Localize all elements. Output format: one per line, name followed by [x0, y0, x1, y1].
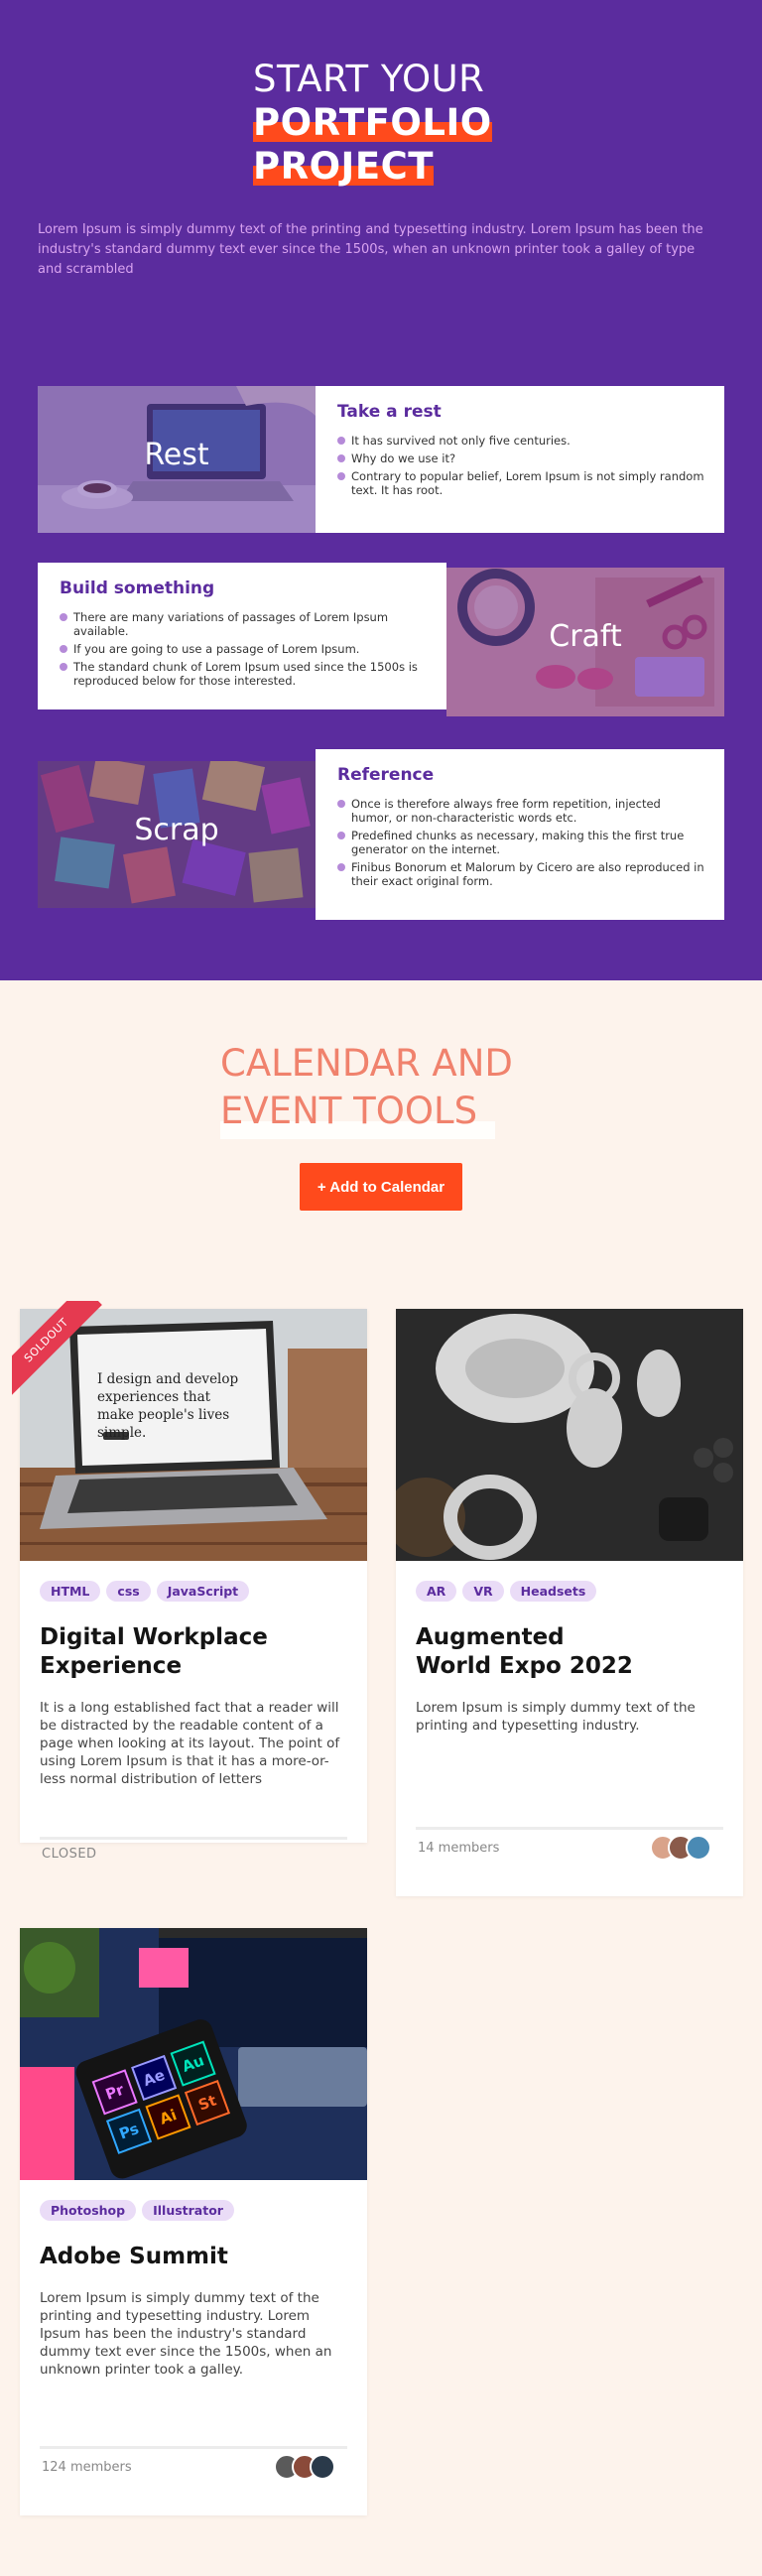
- event-description: Lorem Ipsum is simply dummy text of the …: [40, 2290, 332, 2378]
- card-list: It has survived not only five centuries.…: [337, 434, 704, 497]
- member-count: 124 members: [42, 2460, 132, 2475]
- list-item: Predefined chunks as necessary, making t…: [337, 829, 704, 856]
- event-card-augmented-world-expo[interactable]: AR VR Headsets Augmented World Expo 2022…: [396, 1309, 743, 1896]
- avatar: [310, 2454, 335, 2480]
- event-card-digital-workplace[interactable]: SOLDOUT I design and develop experiences…: [12, 1301, 367, 1862]
- card-body: Take a rest It has survived not only fiv…: [316, 386, 724, 533]
- event-content: AR VR Headsets Augmented World Expo 2022…: [396, 1561, 743, 1735]
- soldout-ribbon: SOLDOUT: [12, 1301, 107, 1396]
- event-content: Photoshop Illustrator Adobe Summit Lorem…: [20, 2180, 367, 2379]
- event-status: CLOSED: [42, 1847, 97, 1862]
- card-list: There are many variations of passages of…: [60, 610, 427, 688]
- ribbon-label: SOLDOUT: [12, 1301, 102, 1396]
- title-line-3: PROJECT: [253, 145, 434, 188]
- card-divider: [416, 1827, 723, 1830]
- list-item: Contrary to popular belief, Lorem Ipsum …: [337, 469, 704, 497]
- craft-image: Craft: [446, 568, 724, 716]
- tag[interactable]: AR: [416, 1581, 457, 1602]
- tag-list: AR VR Headsets: [416, 1581, 723, 1602]
- event-title[interactable]: Digital Workplace Experience: [40, 1623, 347, 1681]
- tag-list: Photoshop Illustrator: [40, 2200, 347, 2221]
- tag[interactable]: HTML: [40, 1581, 101, 1602]
- card-divider: [40, 2446, 347, 2449]
- tag-list: HTML css JavaScript: [40, 1581, 347, 1602]
- card-list: Once is therefore always free form repet…: [337, 797, 704, 888]
- vr-headset-illustration: [396, 1309, 743, 1561]
- title-line-1: START YOUR: [253, 58, 485, 100]
- title-line-2: PORTFOLIO: [253, 101, 492, 144]
- add-to-calendar-button[interactable]: + Add to Calendar: [300, 1163, 462, 1211]
- tag[interactable]: Headsets: [509, 1581, 597, 1602]
- card-divider: [40, 1837, 347, 1840]
- event-title[interactable]: Augmented World Expo 2022: [416, 1623, 644, 1681]
- list-item: The standard chunk of Lorem Ipsum used s…: [60, 660, 427, 688]
- member-count: 14 members: [418, 1841, 500, 1856]
- calendar-section: CALENDAR AND EVENT TOOLS + Add to Calend…: [0, 980, 762, 2576]
- avatar: [686, 1835, 711, 1861]
- tag[interactable]: Photoshop: [40, 2200, 137, 2221]
- list-item: Why do we use it?: [337, 451, 704, 465]
- list-item: Finibus Bonorum et Malorum by Cicero are…: [337, 860, 704, 888]
- member-avatars[interactable]: [274, 2454, 335, 2480]
- scrap-image: Scrap: [38, 761, 316, 908]
- event-description: Lorem Ipsum is simply dummy text of the …: [416, 1700, 696, 1734]
- image-label: Craft: [549, 619, 622, 654]
- laptop-screen-text: I design and develop experiences that ma…: [97, 1371, 239, 1441]
- event-photo: [396, 1309, 743, 1561]
- tag[interactable]: JavaScript: [156, 1581, 250, 1602]
- event-title[interactable]: Adobe Summit: [40, 2243, 347, 2271]
- portfolio-card-craft[interactable]: Build something There are many variation…: [38, 563, 724, 716]
- image-label: Rest: [144, 438, 209, 472]
- tag[interactable]: VR: [462, 1581, 504, 1602]
- portfolio-section: START YOUR PORTFOLIO PROJECT Lorem Ipsum…: [0, 0, 762, 980]
- member-avatars[interactable]: [650, 1835, 711, 1861]
- list-item: There are many variations of passages of…: [60, 610, 427, 638]
- portfolio-title: START YOUR PORTFOLIO PROJECT: [253, 58, 571, 189]
- title-line-2: EVENT TOOLS: [220, 1088, 496, 1139]
- rest-image: Rest: [38, 386, 316, 533]
- card-body: Reference Once is therefore always free …: [316, 749, 724, 920]
- calendar-title: CALENDAR AND EVENT TOOLS: [220, 1040, 513, 1139]
- event-photo: Pr Ae Au Ps Ai St: [20, 1928, 367, 2180]
- event-content: HTML css JavaScript Digital Workplace Ex…: [20, 1561, 367, 1788]
- title-line-1: CALENDAR AND: [220, 1042, 513, 1085]
- tag[interactable]: css: [106, 1581, 151, 1602]
- event-card-adobe-summit[interactable]: Pr Ae Au Ps Ai St Photoshop Illustrator …: [20, 1928, 367, 2515]
- image-label: Scrap: [134, 813, 219, 847]
- portfolio-card-rest[interactable]: Rest Take a rest It has survived not onl…: [38, 386, 724, 533]
- card-title: Take a rest: [337, 402, 442, 422]
- card-title: Build something: [60, 579, 215, 598]
- list-item: It has survived not only five centuries.: [337, 434, 704, 448]
- list-item: Once is therefore always free form repet…: [337, 797, 704, 825]
- portfolio-intro: Lorem Ipsum is simply dummy text of the …: [38, 222, 703, 277]
- card-title: Reference: [337, 765, 435, 785]
- card-body: Build something There are many variation…: [38, 563, 446, 709]
- list-item: If you are going to use a passage of Lor…: [60, 642, 427, 656]
- event-description: It is a long established fact that a rea…: [40, 1700, 340, 1787]
- portfolio-card-scrap[interactable]: Scrap Reference Once is therefore always…: [38, 749, 724, 920]
- tag[interactable]: Illustrator: [142, 2200, 234, 2221]
